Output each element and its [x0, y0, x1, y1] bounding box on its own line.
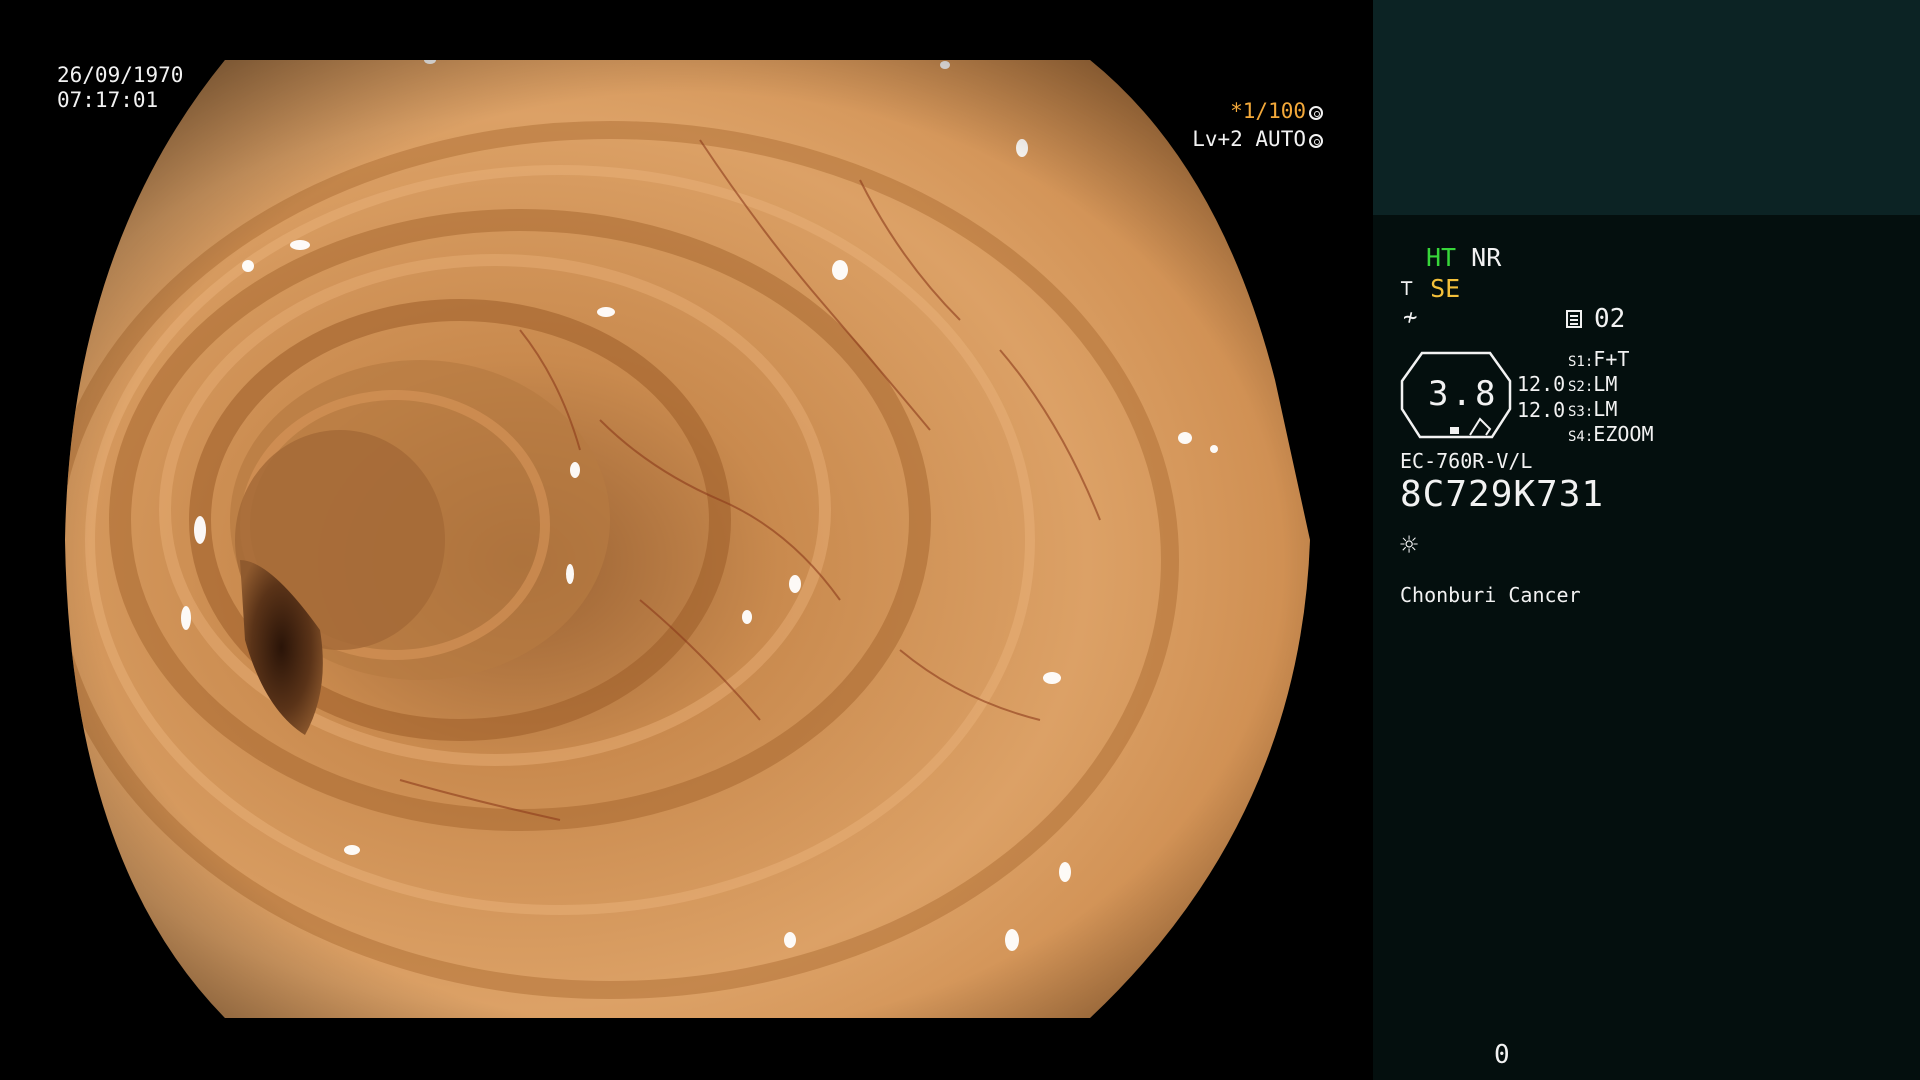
shutter-text: *1/100	[1230, 99, 1306, 123]
scope-model: EC-760R-V/L	[1400, 449, 1533, 473]
memo-number: 02	[1594, 304, 1626, 334]
endoscopy-image	[65, 60, 1310, 1018]
switch-label: S4:	[1568, 429, 1594, 445]
scope-serial: 8C729K731	[1400, 474, 1605, 515]
ht-indicator: HT	[1426, 243, 1457, 272]
switch-s4: S4:EZOOM	[1568, 422, 1654, 446]
switch-value: EZOOM	[1593, 422, 1654, 446]
switch-s1: S1:F+T	[1568, 347, 1629, 371]
shutter-readout: *1/100	[1230, 99, 1323, 124]
level-text: Lv+2 AUTO	[1192, 127, 1306, 151]
memo-icon	[1566, 310, 1582, 328]
switch-value: LM	[1593, 372, 1618, 396]
nr-indicator: NR	[1471, 243, 1502, 272]
octagon-value: 3.8	[1428, 374, 1499, 414]
info-panel-header	[1373, 0, 1920, 215]
switch-label: S2:	[1568, 379, 1594, 395]
ring-icon	[1309, 134, 1323, 148]
video-area: 26/09/1970 07:17:01 *1/100 Lv+2 AUTO	[0, 0, 1373, 1080]
switch-s2: S2:LM	[1568, 372, 1617, 396]
switch-label: S1:	[1568, 354, 1594, 370]
shutter-icon	[1309, 106, 1323, 120]
frame-counter: 0	[1494, 1040, 1510, 1070]
endoscopy-monitor: 26/09/1970 07:17:01 *1/100 Lv+2 AUTO HT …	[0, 0, 1920, 1080]
switch-label: S3:	[1568, 404, 1594, 420]
hospital-name: Chonburi Cancer	[1400, 583, 1581, 607]
se-indicator-row: SE	[1400, 274, 1460, 303]
date-time-stamp: 26/09/1970 07:17:01	[57, 63, 183, 113]
value-b: 12.0	[1517, 398, 1566, 422]
value-a: 12.0	[1517, 372, 1566, 396]
se-indicator: SE	[1430, 274, 1461, 303]
time-text: 07:17:01	[57, 88, 159, 112]
slash-icon: ≁	[1403, 303, 1418, 331]
switch-value: F+T	[1593, 347, 1630, 371]
switch-value: LM	[1593, 397, 1618, 421]
date-text: 26/09/1970	[57, 63, 184, 87]
light-icon: ☼	[1400, 528, 1419, 563]
level-readout: Lv+2 AUTO	[1192, 127, 1323, 152]
switch-s3: S3:LM	[1568, 397, 1617, 421]
info-panel: HT NR ⊤ SE ≁ 02 3.8 12.0 12.0 S1:F+T S2:…	[1373, 0, 1920, 1080]
mode-indicators: HT NR	[1426, 243, 1501, 272]
